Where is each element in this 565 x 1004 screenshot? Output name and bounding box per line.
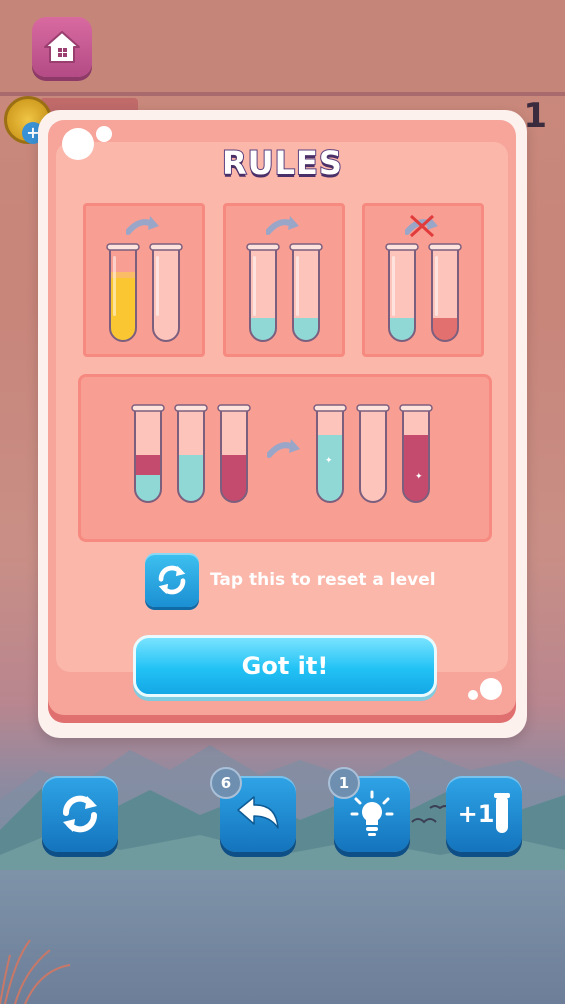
lightbulb-icon — [350, 790, 394, 836]
arrow-icon — [267, 439, 300, 458]
game-scene: + 1 6 1 +1 RULES ✦ ✦ Tap this to reset a… — [0, 0, 565, 1004]
home-icon — [44, 31, 80, 63]
grass-decoration — [0, 939, 71, 1004]
sort-example-after: ✦ ✦ — [313, 404, 433, 503]
svg-text:✦: ✦ — [325, 456, 333, 466]
bubble-decoration — [480, 678, 502, 700]
add-tube-label: +1 — [457, 800, 495, 828]
undo-count-badge: 6 — [210, 767, 242, 799]
refresh-icon — [63, 795, 97, 833]
dialog-title: RULES — [221, 143, 343, 183]
undo-icon — [237, 796, 279, 829]
arrow-icon — [266, 216, 299, 235]
bubble-decoration — [468, 690, 478, 700]
rule-cannot-pour-different — [362, 203, 484, 357]
bubble-decoration — [96, 126, 112, 142]
reset-hint-icon-button — [145, 553, 199, 607]
sort-example-before — [131, 404, 251, 503]
got-it-button[interactable]: Got it! — [133, 635, 437, 697]
tube-red — [428, 243, 462, 342]
rule-pour-same-color — [223, 203, 345, 357]
refresh-icon — [158, 565, 186, 595]
crossed-arrow-icon — [405, 214, 438, 238]
arrow-icon — [126, 216, 159, 235]
tube-empty — [149, 243, 183, 342]
tube-cyan — [289, 243, 323, 342]
add-tube-button[interactable]: +1 — [446, 776, 522, 852]
rule-pour-into-empty — [83, 203, 205, 357]
tube-cyan — [246, 243, 280, 342]
tube-cyan — [385, 243, 419, 342]
rule-sort-colors: ✦ ✦ — [78, 374, 492, 542]
home-button[interactable] — [32, 17, 92, 77]
svg-text:✦: ✦ — [415, 472, 423, 482]
reset-level-button[interactable] — [42, 776, 118, 852]
reset-hint-text: Tap this to reset a level — [210, 570, 436, 590]
add-tube-icon — [494, 793, 511, 833]
hint-count-badge: 1 — [328, 767, 360, 799]
tube-yellow — [106, 243, 140, 342]
